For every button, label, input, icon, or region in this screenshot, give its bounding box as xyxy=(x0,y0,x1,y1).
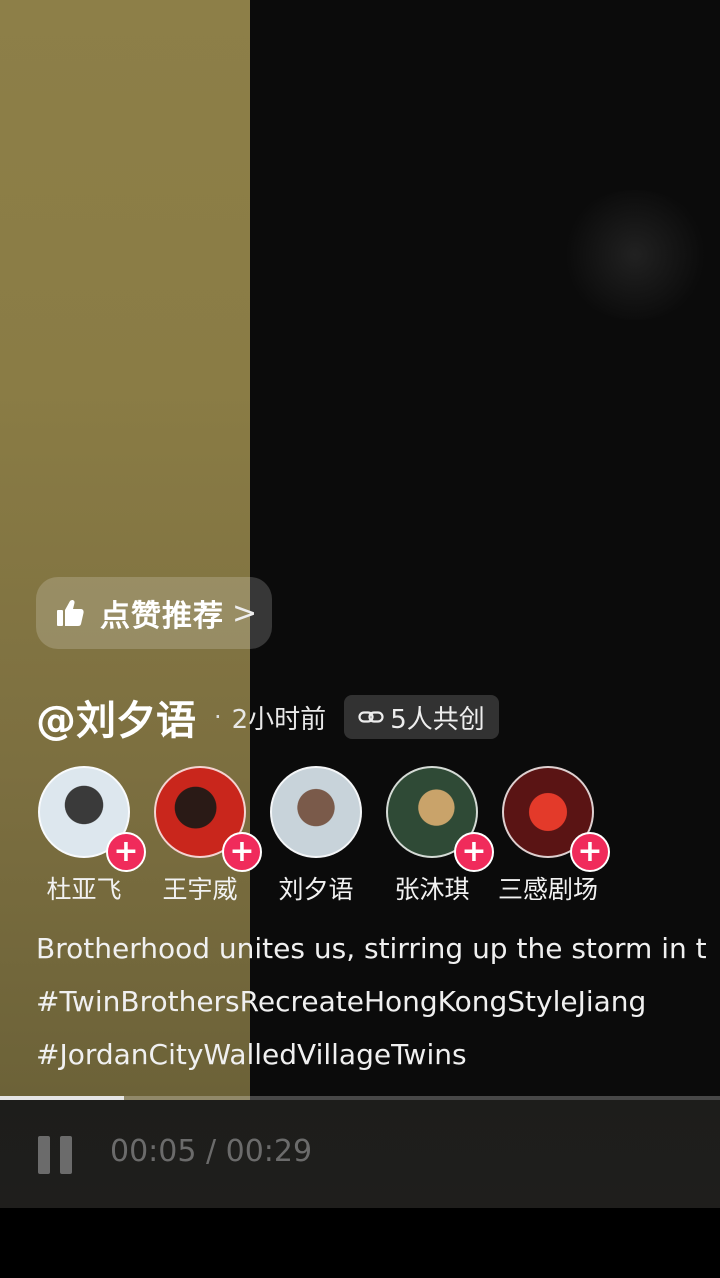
creator-name: 三感剧场 xyxy=(497,875,598,904)
like-recommend-label: 点赞推荐 xyxy=(100,599,224,634)
follow-plus-icon[interactable]: + xyxy=(570,832,610,872)
link-icon xyxy=(358,711,384,723)
cocreate-label: 5人共创 xyxy=(390,704,485,735)
follow-plus-icon[interactable]: + xyxy=(222,832,262,872)
separator-dot: · xyxy=(214,703,222,731)
follow-plus-icon[interactable]: + xyxy=(106,832,146,872)
caption-text: Brotherhood unites us, stirring up the s… xyxy=(36,932,707,965)
creator-name: 张沐琪 xyxy=(394,875,470,904)
hashtag-twin-brothers[interactable]: #TwinBrothersRecreateHongKongStyleJiang xyxy=(36,979,720,1032)
author-name[interactable]: @刘夕语 xyxy=(36,688,196,746)
pause-icon[interactable] xyxy=(38,1136,74,1176)
like-recommend-button[interactable]: 点赞推荐 > xyxy=(36,577,272,649)
creator-name: 杜亚飞 xyxy=(46,875,122,904)
creator-name: 刘夕语 xyxy=(278,875,354,904)
bottom-bar xyxy=(0,1208,720,1278)
creator-item[interactable]: + 三感剧场 xyxy=(498,766,620,906)
post-time: 2小时前 xyxy=(231,704,327,735)
time-readout: 00:05 / 00:29 xyxy=(110,1134,313,1169)
chevron-right-icon: > xyxy=(232,595,258,631)
follow-plus-icon[interactable]: + xyxy=(454,832,494,872)
cocreate-badge[interactable]: 5人共创 xyxy=(344,695,499,739)
creator-list: + 杜亚飞 + 王宇威 刘夕语 + 张沐琪 + 三感剧场 xyxy=(36,766,656,906)
thumbs-up-icon xyxy=(57,599,84,626)
hashtag-jordan-city[interactable]: #JordanCityWalledVillageTwins xyxy=(36,1032,720,1085)
player-controls xyxy=(0,1100,720,1208)
video-frame-highlight xyxy=(560,190,710,320)
creator-name: 王宇威 xyxy=(162,875,238,904)
video-caption[interactable]: Brotherhood unites us, stirring up the s… xyxy=(36,926,720,1085)
author-row: @刘夕语 · 2小时前 5人共创 xyxy=(36,690,499,744)
avatar[interactable] xyxy=(270,766,362,858)
